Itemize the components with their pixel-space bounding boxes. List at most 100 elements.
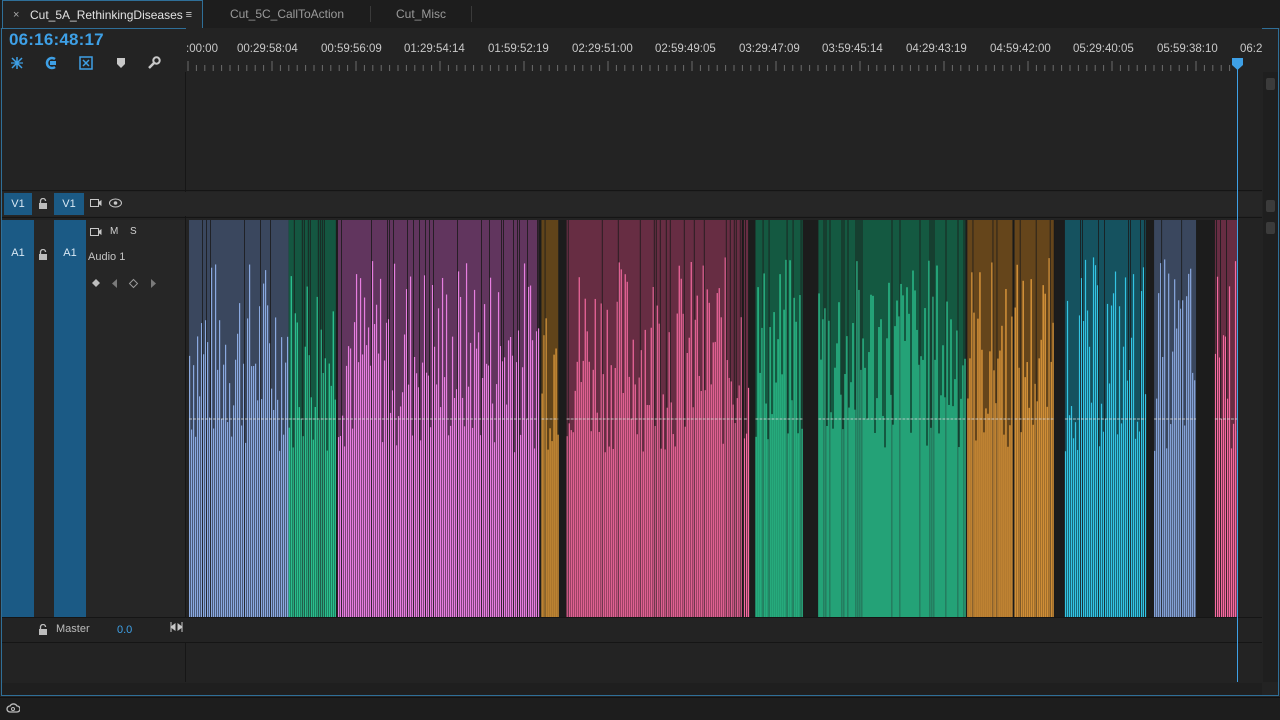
waveform-bar xyxy=(453,397,456,617)
audio-clip[interactable] xyxy=(743,220,750,617)
waveform-bar xyxy=(393,263,396,617)
audio-clip[interactable] xyxy=(288,220,336,617)
audio-clips-a1[interactable] xyxy=(189,220,1238,617)
clip-edit-line xyxy=(387,220,388,617)
tab-cut-misc[interactable]: Cut_Misc xyxy=(371,0,471,28)
panel-menu-icon[interactable]: ≡ xyxy=(186,1,192,29)
lock-icon[interactable] xyxy=(38,248,48,263)
audio-clip[interactable] xyxy=(755,220,803,617)
clip-edit-line xyxy=(655,220,657,617)
tab-cut-5c[interactable]: Cut_5C_CallToAction xyxy=(204,0,370,28)
scroll-thumb[interactable] xyxy=(1266,78,1275,90)
marker-icon[interactable] xyxy=(113,55,129,71)
waveform-bar xyxy=(1166,448,1168,617)
waveform-bar xyxy=(781,374,783,617)
waveform-bar xyxy=(193,365,195,617)
clip-edit-line xyxy=(389,220,390,617)
waveform-bar xyxy=(395,445,398,617)
waveform-bar xyxy=(369,365,372,617)
audio-clip[interactable] xyxy=(967,220,1014,617)
waveform-bar xyxy=(646,404,648,617)
wrench-icon[interactable] xyxy=(146,55,162,71)
target-v1[interactable]: V1 xyxy=(54,193,84,215)
track-name[interactable]: Audio 1 xyxy=(88,251,125,263)
keyframe-toggle-icon[interactable] xyxy=(128,278,139,292)
scroll-thumb[interactable] xyxy=(1266,222,1275,234)
waveform-bar xyxy=(367,327,370,617)
waveform-bar xyxy=(755,436,757,617)
waveform-bar xyxy=(1232,423,1235,617)
audio-clip[interactable] xyxy=(541,220,559,617)
audio-clip[interactable] xyxy=(189,220,289,617)
waveform-bar xyxy=(700,391,702,617)
next-keyframe-icon[interactable] xyxy=(148,278,158,292)
add-marker-sequence-icon[interactable] xyxy=(78,55,94,71)
source-patch-v1[interactable]: V1 xyxy=(4,193,32,215)
clip-edit-line xyxy=(1035,220,1037,617)
playhead-timecode[interactable]: 06:16:48:17 xyxy=(9,30,104,50)
ruler-label: 02:29:51:00 xyxy=(572,43,633,55)
audio-clip[interactable] xyxy=(818,220,966,617)
waveform-bar xyxy=(1022,280,1024,617)
video-track-icon[interactable] xyxy=(90,227,102,240)
eye-icon[interactable] xyxy=(109,198,122,211)
clip-edit-line xyxy=(319,220,321,617)
waveform-bar xyxy=(413,356,416,617)
close-tab-icon[interactable]: × xyxy=(13,1,19,29)
clip-edit-line xyxy=(659,220,661,617)
waveform-bar xyxy=(793,297,795,617)
master-volume-value[interactable]: 0.0 xyxy=(117,624,132,636)
horizontal-scrollbar[interactable] xyxy=(2,683,1262,695)
audio-clip[interactable] xyxy=(1014,220,1055,617)
waveform-bar xyxy=(572,432,574,617)
source-patch-a1[interactable]: A1 xyxy=(2,220,34,617)
waveform-bar xyxy=(732,404,734,617)
waveform-bar xyxy=(357,362,360,617)
add-keyframe-icon[interactable] xyxy=(91,278,102,292)
video-track-icon[interactable] xyxy=(90,198,102,211)
waveform-bar xyxy=(934,359,936,617)
waveform-bar xyxy=(602,374,604,617)
clip-edit-line xyxy=(800,220,802,617)
playhead-handle[interactable] xyxy=(1232,58,1243,70)
waveform-bar xyxy=(245,442,247,617)
previous-keyframe-icon[interactable] xyxy=(110,278,120,292)
tab-cut-5a[interactable]: × Cut_5A_RethinkingDiseases ≡ xyxy=(2,0,203,28)
waveform-bar xyxy=(314,406,316,617)
creative-cloud-icon[interactable] xyxy=(6,702,21,717)
audio-clip[interactable] xyxy=(1214,220,1238,617)
snap-icon[interactable] xyxy=(9,55,25,71)
audio-clip[interactable] xyxy=(1064,220,1147,617)
mute-button[interactable]: M xyxy=(110,226,118,237)
audio-clip[interactable] xyxy=(1154,220,1197,617)
target-a1[interactable]: A1 xyxy=(54,220,86,617)
clip-edit-line xyxy=(210,220,211,617)
clip-edit-line xyxy=(669,220,671,617)
audio-clip[interactable] xyxy=(566,220,743,617)
clip-edit-line xyxy=(683,220,685,617)
lock-icon[interactable] xyxy=(38,197,48,212)
waveform-bar xyxy=(884,447,886,617)
waveform-bar xyxy=(1190,268,1192,617)
vertical-scrollbar[interactable] xyxy=(1263,72,1278,682)
waveform-bar xyxy=(608,446,610,617)
scroll-thumb[interactable] xyxy=(1266,200,1275,212)
linked-selection-icon[interactable] xyxy=(43,55,59,71)
waveform-bar xyxy=(461,397,464,617)
waveform-bar xyxy=(499,346,502,617)
waveform-bar xyxy=(417,387,420,617)
waveform-bar xyxy=(660,448,662,617)
clip-edit-line xyxy=(1080,220,1081,617)
audio-clip[interactable] xyxy=(337,220,540,617)
zoom-to-fit-icon[interactable] xyxy=(170,621,183,636)
solo-button[interactable]: S xyxy=(130,226,137,237)
waveform-bar xyxy=(441,277,444,617)
lock-icon[interactable] xyxy=(38,623,48,638)
waveform-bar xyxy=(1030,279,1032,617)
waveform-bar xyxy=(620,269,622,617)
waveform-bar xyxy=(880,319,882,617)
waveform-bar xyxy=(306,286,308,617)
waveform-bar xyxy=(777,339,779,617)
waveform-bar xyxy=(491,403,494,617)
waveform-bar xyxy=(547,449,549,617)
